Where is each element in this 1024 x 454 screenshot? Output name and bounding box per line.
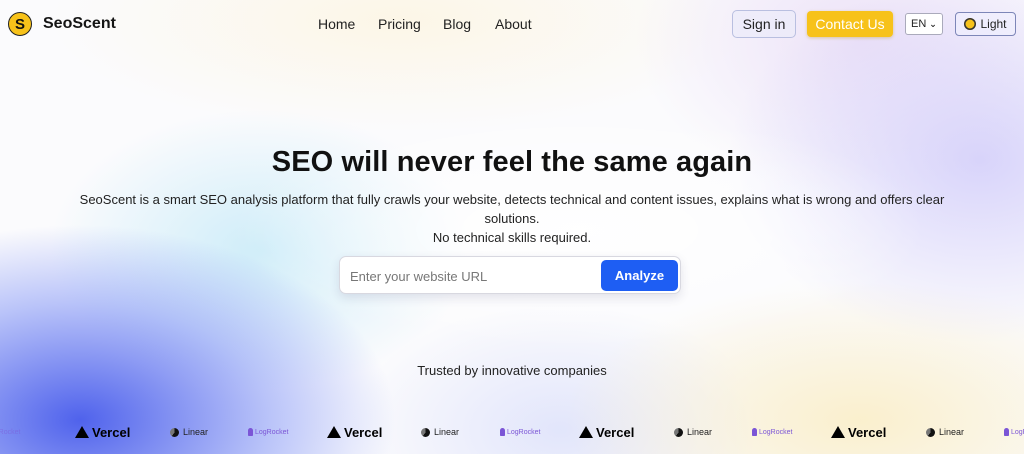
rocket-icon bbox=[248, 428, 253, 436]
theme-toggle-label: Light bbox=[980, 17, 1007, 31]
linear-logo: Linear bbox=[421, 420, 459, 444]
linear-mark-icon bbox=[674, 427, 683, 437]
logrocket-logo: LogRocket bbox=[1004, 420, 1024, 444]
nav-item-pricing[interactable]: Pricing bbox=[378, 16, 421, 32]
logrocket-logo: LogRocket bbox=[0, 428, 21, 436]
chevron-down-icon: ⌄ bbox=[929, 18, 937, 29]
brand-name[interactable]: SeoScent bbox=[43, 15, 116, 33]
nav-item-home[interactable]: Home bbox=[318, 16, 355, 32]
vercel-logo: Vercel bbox=[75, 420, 130, 444]
sun-icon bbox=[964, 18, 977, 30]
nav-item-about[interactable]: About bbox=[495, 16, 532, 32]
linear-logo: Linear bbox=[926, 420, 964, 444]
site-header: S SeoScent Home Pricing Blog About Sign … bbox=[0, 0, 1024, 48]
linear-logo: Linear bbox=[170, 420, 208, 444]
language-select[interactable]: EN ⌄ bbox=[905, 13, 943, 35]
nav-item-blog[interactable]: Blog bbox=[443, 16, 471, 32]
contact-us-button[interactable]: Contact Us bbox=[807, 11, 893, 37]
company-logos-strip: LogRocket Vercel Linear LogRocket Vercel… bbox=[0, 420, 1024, 446]
logrocket-logo: LogRocket bbox=[248, 420, 288, 444]
logo-icon[interactable]: S bbox=[8, 12, 32, 36]
url-input[interactable] bbox=[350, 265, 590, 287]
hero-description-line-1: SeoScent is a smart SEO analysis platfor… bbox=[79, 192, 945, 226]
logrocket-logo: LogRocket bbox=[500, 420, 540, 444]
rocket-icon bbox=[500, 428, 505, 436]
logrocket-logo: LogRocket bbox=[752, 420, 792, 444]
triangle-icon bbox=[579, 426, 593, 438]
triangle-icon bbox=[327, 426, 341, 438]
vercel-logo: Vercel bbox=[579, 420, 634, 444]
url-search-form: Analyze bbox=[339, 256, 681, 294]
rocket-icon bbox=[1004, 428, 1009, 436]
triangle-icon bbox=[831, 426, 845, 438]
sign-in-button[interactable]: Sign in bbox=[732, 10, 796, 38]
hero-description: SeoScent is a smart SEO analysis platfor… bbox=[60, 190, 964, 247]
linear-mark-icon bbox=[421, 427, 430, 437]
hero-description-line-2: No technical skills required. bbox=[432, 230, 592, 245]
language-selected-value: EN bbox=[911, 18, 927, 30]
analyze-button[interactable]: Analyze bbox=[601, 260, 678, 291]
rocket-icon bbox=[752, 428, 757, 436]
vercel-logo: Vercel bbox=[831, 420, 886, 444]
linear-mark-icon bbox=[170, 427, 179, 437]
triangle-icon bbox=[75, 426, 89, 438]
vercel-logo: Vercel bbox=[327, 420, 382, 444]
linear-mark-icon bbox=[926, 427, 935, 437]
theme-toggle-button[interactable]: Light bbox=[955, 12, 1016, 36]
trusted-by-label: Trusted by innovative companies bbox=[417, 363, 607, 378]
hero-title: SEO will never feel the same again bbox=[271, 146, 753, 178]
linear-logo: Linear bbox=[674, 420, 712, 444]
